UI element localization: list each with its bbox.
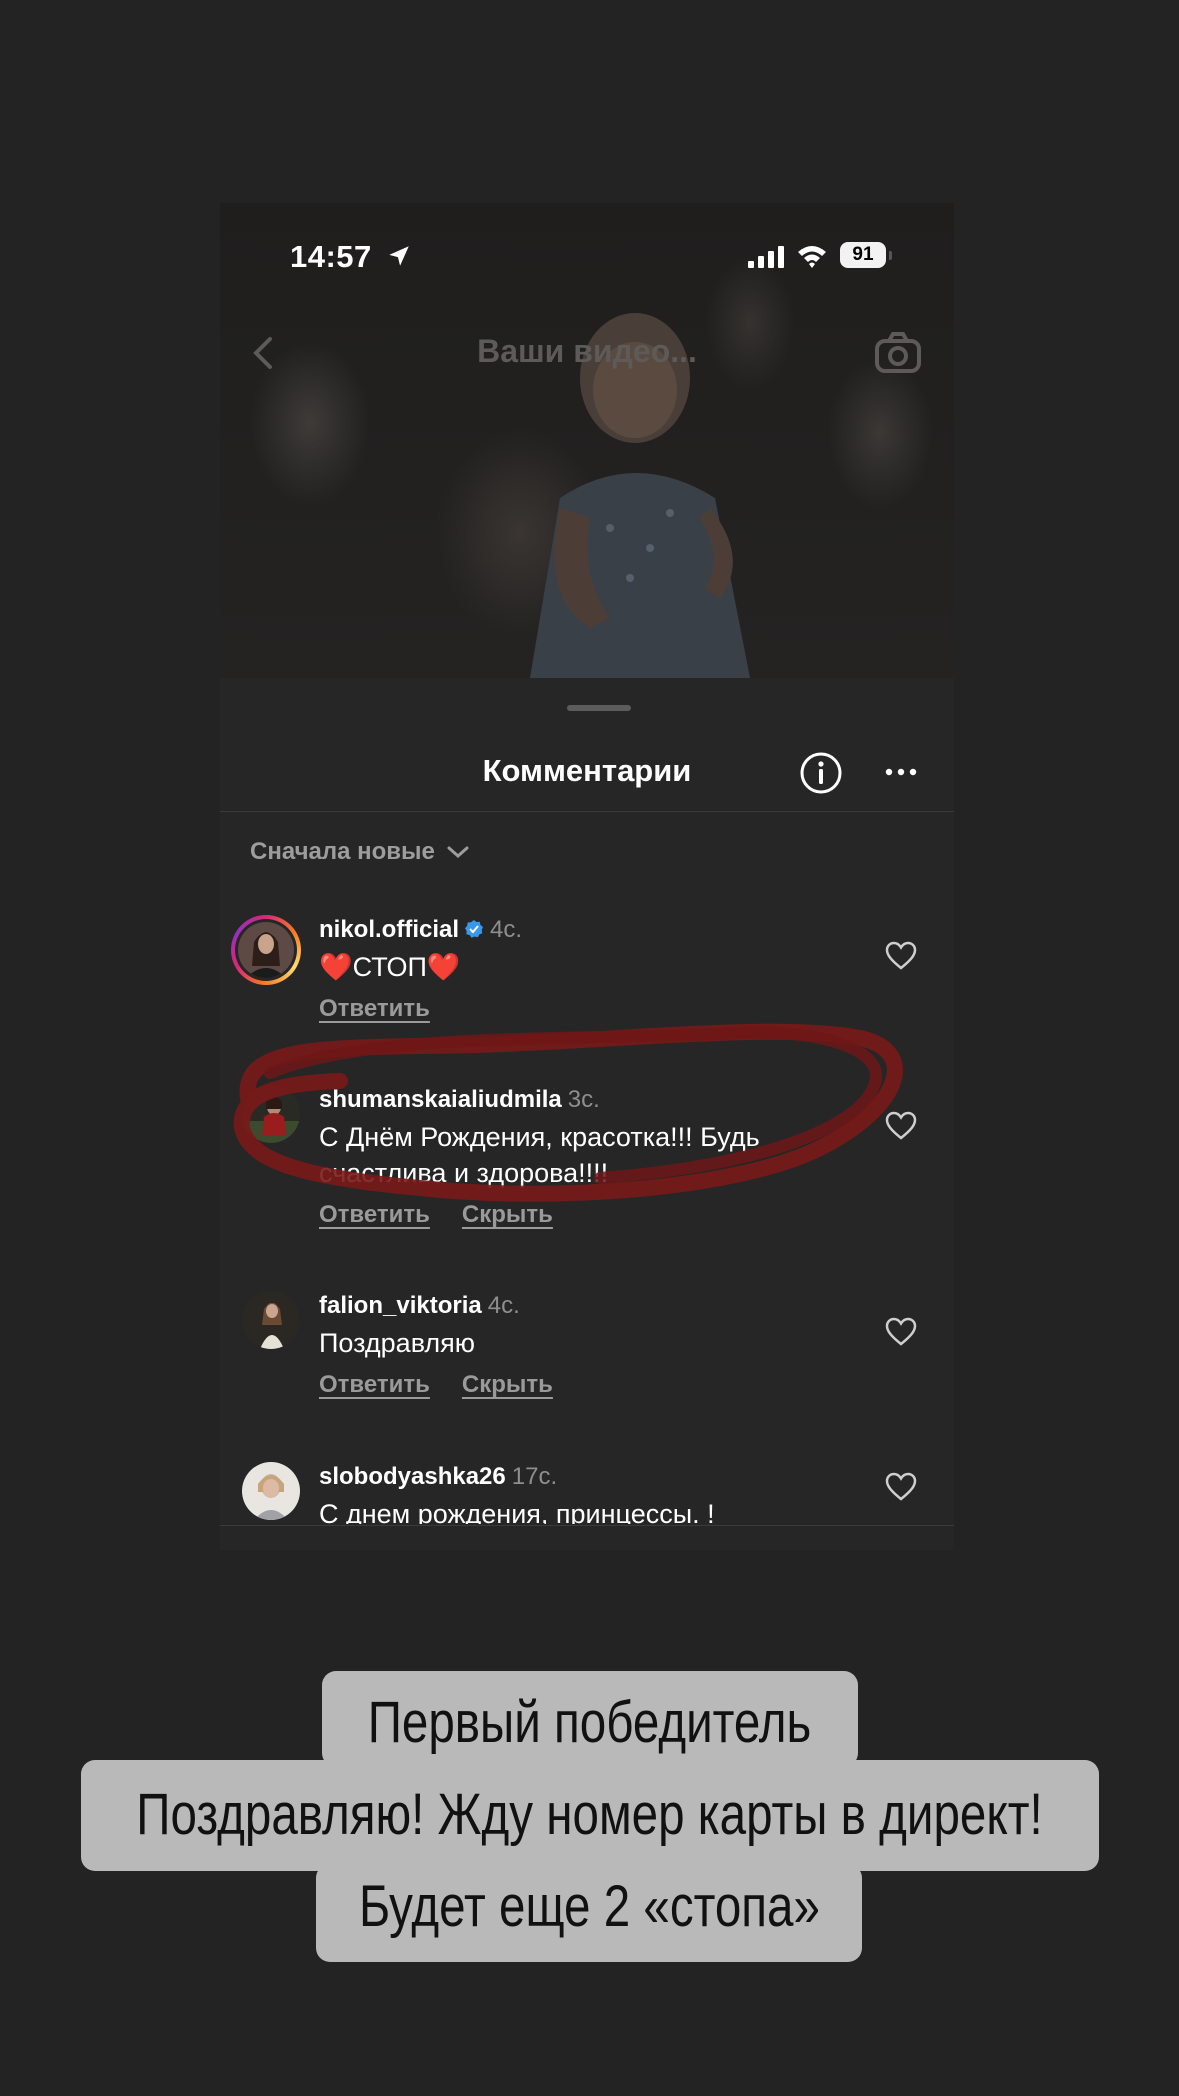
reply-button[interactable]: Ответить xyxy=(319,1201,430,1229)
status-bar: 14:57 91 xyxy=(220,233,954,277)
comments-sheet: Комментарии Сначала новые nikol.official… xyxy=(220,681,954,1550)
comment-username[interactable]: shumanskaialiudmila xyxy=(319,1086,562,1113)
comment-item: shumanskaialiudmila 3с. С Днём Рождения, … xyxy=(220,1085,954,1245)
comment-time: 4с. xyxy=(487,1292,520,1319)
chevron-down-icon xyxy=(447,846,469,859)
avatar-story-ring[interactable] xyxy=(231,915,301,985)
status-time: 14:57 xyxy=(290,239,372,274)
avatar[interactable] xyxy=(242,1291,300,1349)
sheet-title: Комментарии xyxy=(482,753,692,788)
video-title: Ваши видео... xyxy=(477,333,697,369)
hide-button[interactable]: Скрыть xyxy=(462,1201,553,1229)
caption-line3: Будет еще 2 «стопа» xyxy=(359,1874,820,1939)
comment-item: slobodyashka26 17с. С днем рождения, прин… xyxy=(220,1462,954,1524)
like-heart-icon[interactable] xyxy=(885,1111,917,1141)
verified-badge-icon xyxy=(465,920,484,938)
like-heart-icon[interactable] xyxy=(885,1317,917,1347)
avatar[interactable] xyxy=(242,1085,300,1143)
comment-text: Поздравляю xyxy=(319,1328,476,1358)
comment-time: 3с. xyxy=(567,1086,600,1113)
like-heart-icon[interactable] xyxy=(885,941,917,971)
comment-username[interactable]: slobodyashka26 xyxy=(319,1463,506,1490)
avatar-image xyxy=(242,1085,300,1143)
wifi-icon xyxy=(798,246,826,268)
camera-icon[interactable] xyxy=(874,331,922,375)
reply-button[interactable]: Ответить xyxy=(319,995,430,1023)
comment-item: nikol.official 4с. ❤️СТОП❤️ Ответить xyxy=(220,915,954,1045)
bottom-divider xyxy=(220,1525,954,1526)
video-header: Ваши видео... xyxy=(220,323,954,383)
reply-button[interactable]: Ответить xyxy=(319,1371,430,1399)
avatar[interactable] xyxy=(242,1462,300,1520)
avatar-image xyxy=(242,1291,300,1349)
sheet-grabber[interactable] xyxy=(567,705,631,711)
comment-time: 4с. xyxy=(490,916,523,943)
comment-time: 17с. xyxy=(511,1463,558,1490)
comment-username[interactable]: falion_viktoria xyxy=(319,1292,482,1319)
caption-line1: Первый победитель xyxy=(367,1690,812,1755)
sheet-divider xyxy=(220,811,954,812)
comment-username[interactable]: nikol.official xyxy=(319,916,459,943)
location-arrow-icon xyxy=(389,246,409,266)
phone-screenshot: 14:57 91 Ваши видео... Комментарии Снача… xyxy=(220,203,954,1550)
like-heart-icon[interactable] xyxy=(885,1472,917,1502)
avatar-image xyxy=(242,1462,300,1520)
comment-text: С Днём Рождения, красотка!!! Будь счастл… xyxy=(319,1122,760,1188)
sort-label: Сначала новые xyxy=(250,838,435,865)
comment-text: ❤️СТОП❤️ xyxy=(319,952,461,982)
info-icon[interactable] xyxy=(799,751,843,795)
caption-line2: Поздравляю! Жду номер карты в директ! xyxy=(136,1782,1043,1847)
avatar xyxy=(238,922,294,978)
cellular-signal-icon xyxy=(748,246,784,268)
comment-text: С днем рождения, принцессы. ! xyxy=(319,1499,715,1524)
hide-button[interactable]: Скрыть xyxy=(462,1371,553,1399)
sort-dropdown[interactable]: Сначала новые xyxy=(250,838,471,866)
more-options-icon[interactable] xyxy=(884,765,918,779)
battery-indicator: 91 xyxy=(840,242,892,268)
comment-item: falion_viktoria 4с. Поздравляю Ответить С… xyxy=(220,1291,954,1421)
